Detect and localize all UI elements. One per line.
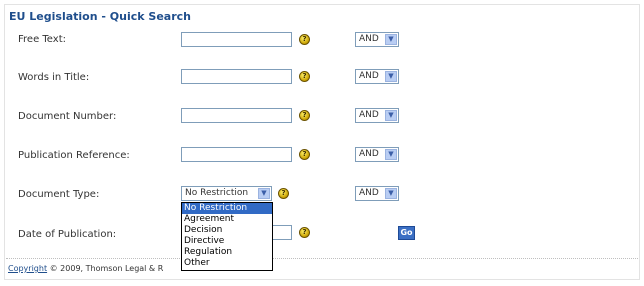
document-number-help-icon[interactable]: ? bbox=[299, 110, 310, 121]
document-type-operator-select[interactable]: AND ▼ bbox=[355, 186, 399, 201]
dropdown-option[interactable]: No Restriction bbox=[182, 203, 272, 214]
free-text-help-icon[interactable]: ? bbox=[299, 34, 310, 45]
publication-reference-operator-select[interactable]: AND ▼ bbox=[355, 147, 399, 162]
dropdown-option[interactable]: Directive bbox=[182, 236, 272, 247]
copyright-text: © 2009, Thomson Legal & R bbox=[49, 264, 164, 273]
words-in-title-label: Words in Title: bbox=[18, 72, 90, 83]
operator-value: AND bbox=[359, 149, 379, 159]
date-of-publication-label: Date of Publication: bbox=[18, 229, 117, 240]
operator-value: AND bbox=[359, 188, 379, 198]
chevron-down-icon: ▼ bbox=[258, 188, 270, 199]
chevron-down-icon: ▼ bbox=[385, 110, 397, 121]
page-title: EU Legislation - Quick Search bbox=[9, 10, 191, 23]
chevron-down-icon: ▼ bbox=[385, 149, 397, 160]
dropdown-option[interactable]: Decision bbox=[182, 225, 272, 236]
dropdown-option[interactable]: Other bbox=[182, 258, 272, 269]
dropdown-option[interactable]: Agreement bbox=[182, 214, 272, 225]
free-text-input[interactable] bbox=[181, 32, 292, 47]
go-button[interactable]: Go bbox=[398, 226, 415, 240]
document-type-value: No Restriction bbox=[185, 188, 249, 198]
free-text-operator-select[interactable]: AND ▼ bbox=[355, 32, 399, 47]
document-number-label: Document Number: bbox=[18, 111, 117, 122]
document-type-label: Document Type: bbox=[18, 189, 100, 200]
publication-reference-label: Publication Reference: bbox=[18, 150, 130, 161]
document-number-operator-select[interactable]: AND ▼ bbox=[355, 108, 399, 123]
operator-value: AND bbox=[359, 34, 379, 44]
footer-divider bbox=[6, 258, 638, 259]
publication-reference-input[interactable] bbox=[181, 147, 292, 162]
operator-value: AND bbox=[359, 110, 379, 120]
footer: Copyright © 2009, Thomson Legal & R bbox=[8, 264, 163, 273]
publication-reference-help-icon[interactable]: ? bbox=[299, 149, 310, 160]
chevron-down-icon: ▼ bbox=[385, 188, 397, 199]
copyright-link[interactable]: Copyright bbox=[8, 264, 47, 273]
date-of-publication-help-icon[interactable]: ? bbox=[299, 227, 310, 238]
words-in-title-input[interactable] bbox=[181, 69, 292, 84]
words-in-title-operator-select[interactable]: AND ▼ bbox=[355, 69, 399, 84]
document-number-input[interactable] bbox=[181, 108, 292, 123]
document-type-help-icon[interactable]: ? bbox=[278, 188, 289, 199]
operator-value: AND bbox=[359, 71, 379, 81]
chevron-down-icon: ▼ bbox=[385, 34, 397, 45]
free-text-label: Free Text: bbox=[18, 34, 66, 45]
dropdown-option[interactable]: Regulation bbox=[182, 247, 272, 258]
words-in-title-help-icon[interactable]: ? bbox=[299, 71, 310, 82]
chevron-down-icon: ▼ bbox=[385, 71, 397, 82]
document-type-dropdown-list[interactable]: No Restriction Agreement Decision Direct… bbox=[181, 202, 273, 271]
document-type-select[interactable]: No Restriction ▼ bbox=[181, 186, 272, 201]
